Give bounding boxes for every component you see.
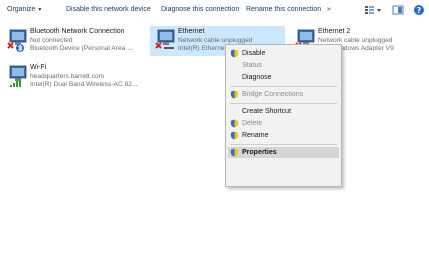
organize-label: Organize: [7, 6, 36, 13]
help-icon: ?: [414, 5, 424, 15]
ethernet-network-icon: [155, 29, 175, 49]
menu-label: Properties: [242, 149, 277, 156]
admin-shield-icon: [230, 148, 239, 157]
connection-adapter: Bluetooth Device (Personal Area ...: [30, 45, 133, 52]
preview-pane-icon: [392, 5, 404, 15]
menu-item-delete[interactable]: Delete: [228, 118, 339, 129]
admin-shield-icon: [230, 131, 239, 140]
menu-item-status[interactable]: Status: [228, 60, 339, 71]
menu-separator: [230, 86, 337, 87]
diagnose-connection-button[interactable]: Diagnose this connection: [161, 5, 239, 15]
bluetooth-network-icon: [7, 29, 27, 52]
menu-separator: [230, 144, 337, 145]
menu-label: Rename: [242, 132, 269, 139]
connection-adapter: Intel(R) Dual Band Wireless-AC 82...: [30, 81, 138, 88]
connections-list: Bluetooth Network Connection Not connect…: [0, 20, 429, 260]
connection-name: Wi-Fi: [30, 64, 47, 71]
dropdown-arrow-icon: ▼: [37, 7, 43, 13]
connection-name: Ethernet: [178, 28, 205, 35]
menu-item-properties[interactable]: Properties: [228, 147, 339, 158]
admin-shield-icon: [230, 119, 239, 128]
change-view-button[interactable]: [364, 4, 382, 16]
connection-name: Ethernet 2: [318, 28, 351, 35]
connection-bluetooth[interactable]: Bluetooth Network Connection Not connect…: [2, 26, 147, 56]
context-menu: Disable Status Diagnose Bridge Connectio…: [225, 44, 342, 187]
menu-item-disable[interactable]: Disable: [228, 48, 339, 59]
disable-device-button[interactable]: Disable this network device: [66, 5, 151, 15]
organize-menu-button[interactable]: Organize ▼: [7, 5, 42, 15]
view-options-icon: [365, 6, 381, 14]
menu-label: Delete: [242, 120, 263, 127]
admin-shield-icon: [230, 90, 239, 99]
overflow-chevron-button[interactable]: »: [327, 5, 331, 15]
menu-label: Diagnose: [242, 74, 272, 81]
connection-status: Not connected: [30, 37, 73, 44]
connection-name: Bluetooth Network Connection: [30, 28, 125, 35]
svg-text:?: ?: [417, 6, 422, 15]
menu-item-rename[interactable]: Rename: [228, 130, 339, 141]
wifi-network-icon: [9, 65, 27, 87]
preview-pane-button[interactable]: [392, 4, 404, 16]
menu-label: Disable: [242, 50, 266, 57]
menu-item-diagnose[interactable]: Diagnose: [228, 72, 339, 83]
command-bar: Organize ▼ Disable this network device D…: [0, 0, 429, 21]
menu-item-create-shortcut[interactable]: Create Shortcut: [228, 106, 339, 117]
menu-label: Create Shortcut: [242, 108, 292, 115]
help-button[interactable]: ?: [413, 4, 425, 16]
menu-separator: [230, 103, 337, 104]
connection-status: headquarters.barrett.com: [30, 73, 105, 80]
menu-item-bridge-connections[interactable]: Bridge Connections: [228, 89, 339, 100]
admin-shield-icon: [230, 49, 239, 58]
connection-wifi[interactable]: Wi-Fi headquarters.barrett.com Intel(R) …: [2, 62, 147, 92]
rename-connection-button[interactable]: Rename this connection: [246, 5, 321, 15]
menu-label: Status: [242, 62, 262, 69]
menu-label: Bridge Connections: [242, 91, 304, 98]
